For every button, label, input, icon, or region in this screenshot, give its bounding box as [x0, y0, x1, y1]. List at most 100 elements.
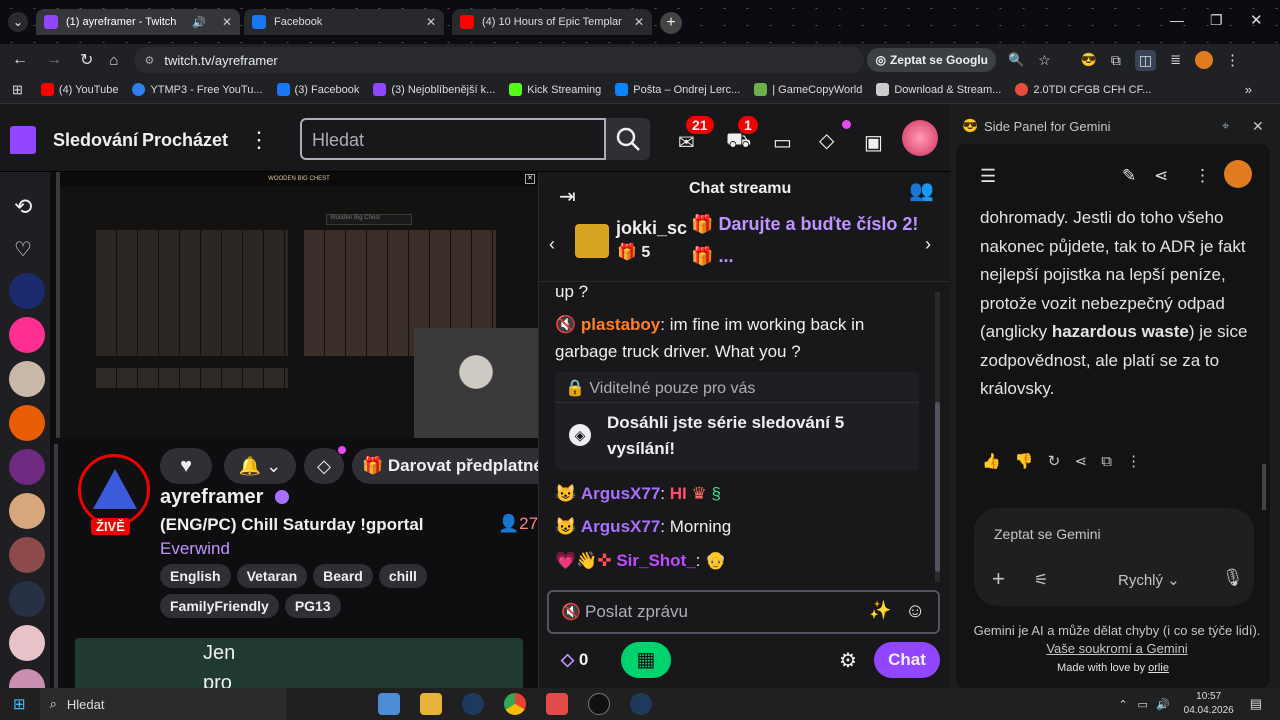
close-tab-icon[interactable]: ✕ — [634, 15, 644, 29]
site-info-icon[interactable]: ⚙ — [144, 54, 154, 67]
whispers-icon[interactable]: ▭ — [773, 130, 792, 155]
back-icon[interactable]: ← — [12, 51, 28, 69]
followed-channel-avatar[interactable] — [9, 625, 45, 661]
media-icon[interactable]: ≣ — [1170, 52, 1181, 68]
chat-username[interactable]: Sir_Shot_ — [616, 551, 695, 570]
tag-pill[interactable]: Beard — [313, 564, 373, 588]
taskbar-search[interactable]: ⌕ Hledat — [39, 688, 286, 720]
followed-channel-avatar[interactable] — [9, 405, 45, 441]
side-panel-icon[interactable]: ◫ — [1134, 49, 1157, 71]
player-scrollbar[interactable] — [56, 172, 60, 438]
tag-pill[interactable]: chill — [378, 564, 427, 588]
tools-icon[interactable]: ⚟ — [1034, 570, 1048, 590]
emote-picker-icon[interactable]: ☺ — [905, 600, 925, 623]
steam-icon[interactable] — [461, 693, 484, 715]
bookmark-star-icon[interactable]: ☆ — [1038, 52, 1051, 69]
followed-channel-avatar[interactable] — [9, 449, 45, 485]
windows-start-icon[interactable]: ⊞ — [13, 695, 26, 713]
apps-grid-icon[interactable]: ⊞ — [12, 82, 23, 98]
close-tab-icon[interactable]: ✕ — [426, 15, 436, 29]
followed-channel-avatar[interactable] — [9, 537, 45, 573]
hamburger-menu-icon[interactable]: ☰ — [980, 166, 996, 187]
thumbs-down-icon[interactable]: 👎 — [1015, 453, 1034, 470]
home-icon[interactable]: ⌂ — [109, 52, 118, 69]
url-field[interactable]: ⚙ twitch.tv/ayreframer — [134, 47, 865, 73]
followed-channel-avatar[interactable] — [9, 273, 45, 309]
thumbs-up-icon[interactable]: 👍 — [982, 453, 1001, 470]
tab-youtube[interactable]: (4) 10 Hours of Epic Templar Ch ✕ — [452, 9, 652, 35]
channel-avatar[interactable] — [78, 454, 150, 526]
prediction-button[interactable]: ▦ — [621, 642, 671, 678]
minimize-icon[interactable]: — — [1170, 12, 1184, 28]
steam-icon[interactable] — [629, 693, 652, 715]
privacy-link[interactable]: Vaše soukromí a Gemini — [1046, 641, 1187, 656]
followed-channel-avatar[interactable] — [9, 361, 45, 397]
video-player[interactable]: WOODEN BIG CHEST ✕ Wooden Big Chest — [56, 172, 538, 438]
channel-name[interactable]: ayreframer — [160, 486, 263, 509]
app-icon[interactable] — [545, 693, 568, 715]
mode-selector[interactable]: Rychlý ⌄ — [1118, 571, 1180, 589]
bits-cheer-icon[interactable]: ✨ — [869, 600, 891, 621]
search-input[interactable]: Hledat — [300, 118, 606, 160]
app-icon[interactable] — [377, 693, 400, 715]
twitch-logo-icon[interactable] — [10, 126, 36, 154]
notifications-icon[interactable]: ▤ — [1250, 696, 1262, 712]
prime-crown-icon[interactable]: ◇ — [819, 128, 834, 153]
tab-twitch[interactable]: (1) ayreframer - Twitch 🔊 ✕ — [36, 9, 240, 35]
network-icon[interactable]: ▭ — [1138, 698, 1148, 711]
new-tab-button[interactable]: + — [660, 12, 682, 34]
bookmark-item[interactable]: 2.0TDI CFGB CFH CF... — [1015, 83, 1151, 96]
nav-browse[interactable]: Procházet — [142, 130, 228, 151]
chevron-left-icon[interactable]: ‹ — [549, 234, 555, 255]
bookmark-item[interactable]: | GameCopyWorld — [754, 83, 862, 96]
author-link[interactable]: orlie — [1148, 662, 1169, 674]
search-button[interactable] — [606, 118, 650, 160]
chevron-right-icon[interactable]: › — [925, 234, 931, 255]
gemini-profile-avatar[interactable] — [1224, 160, 1252, 188]
followed-channel-avatar[interactable] — [9, 581, 45, 617]
gemini-scrollbar[interactable] — [1262, 464, 1266, 510]
bookmark-item[interactable]: (3) Facebook — [276, 83, 359, 96]
chat-username[interactable]: plastaboy — [581, 315, 660, 334]
copy-icon[interactable]: ⧉ — [1101, 453, 1112, 470]
chat-settings-icon[interactable]: ⚙ — [839, 648, 857, 673]
tag-pill[interactable]: FamilyFriendly — [160, 594, 279, 618]
file-icon[interactable] — [334, 693, 356, 715]
nav-following[interactable]: Sledování — [53, 130, 138, 151]
profile-avatar[interactable] — [1195, 51, 1214, 69]
bookmark-item[interactable]: YTMP3 - Free YouTu... — [132, 83, 263, 96]
volume-icon[interactable]: 🔊 — [1156, 698, 1170, 711]
close-tab-icon[interactable]: ✕ — [222, 15, 232, 29]
bookmark-item[interactable]: Kick Streaming — [509, 83, 601, 96]
page-scrollbar[interactable] — [54, 444, 58, 688]
zoom-icon[interactable]: 🔍 — [1008, 52, 1024, 68]
tray-chevron-icon[interactable]: ⌃ — [1118, 698, 1127, 711]
close-window-icon[interactable]: ✕ — [1250, 11, 1263, 29]
share-response-icon[interactable]: ⋖ — [1074, 453, 1087, 470]
share-icon[interactable]: ⋖ — [1154, 166, 1168, 186]
reload-icon[interactable]: ↻ — [80, 50, 93, 70]
clock[interactable]: 10:57 04.04.2026 — [1184, 690, 1234, 718]
more-options-icon[interactable]: ⋮ — [1194, 166, 1211, 186]
chrome-icon[interactable] — [503, 693, 526, 715]
new-chat-icon[interactable]: ✎ — [1122, 166, 1136, 186]
obs-icon[interactable] — [587, 693, 610, 715]
notifications-bell-button[interactable]: 🔔 ⌄ — [224, 448, 296, 484]
user-avatar[interactable] — [902, 120, 938, 156]
more-menu-icon[interactable]: ⋮ — [248, 127, 270, 153]
follow-heart-button[interactable]: ♥ — [160, 448, 212, 484]
send-chat-button[interactable]: Chat — [874, 642, 940, 678]
bookmark-item[interactable]: Download & Stream... — [876, 83, 1001, 96]
maximize-icon[interactable]: ❐ — [1210, 12, 1223, 29]
tag-pill[interactable]: PG13 — [284, 594, 341, 618]
tag-pill[interactable]: Vetaran — [236, 564, 308, 588]
microphone-icon[interactable]: 🎙 — [1222, 568, 1244, 588]
channel-points[interactable]: ◇ 0 — [561, 650, 588, 670]
collapse-sidebar-icon[interactable]: ⟲ — [14, 194, 32, 220]
chat-username[interactable]: ArgusX77 — [581, 517, 660, 536]
file-explorer-icon[interactable] — [419, 693, 442, 715]
chat-scrollbar[interactable] — [935, 292, 940, 582]
close-panel-icon[interactable]: ✕ — [1252, 118, 1264, 135]
followed-channel-avatar[interactable] — [9, 317, 45, 353]
chat-input[interactable]: 🔇 Poslat zprávu ✨ ☺ — [547, 590, 940, 634]
